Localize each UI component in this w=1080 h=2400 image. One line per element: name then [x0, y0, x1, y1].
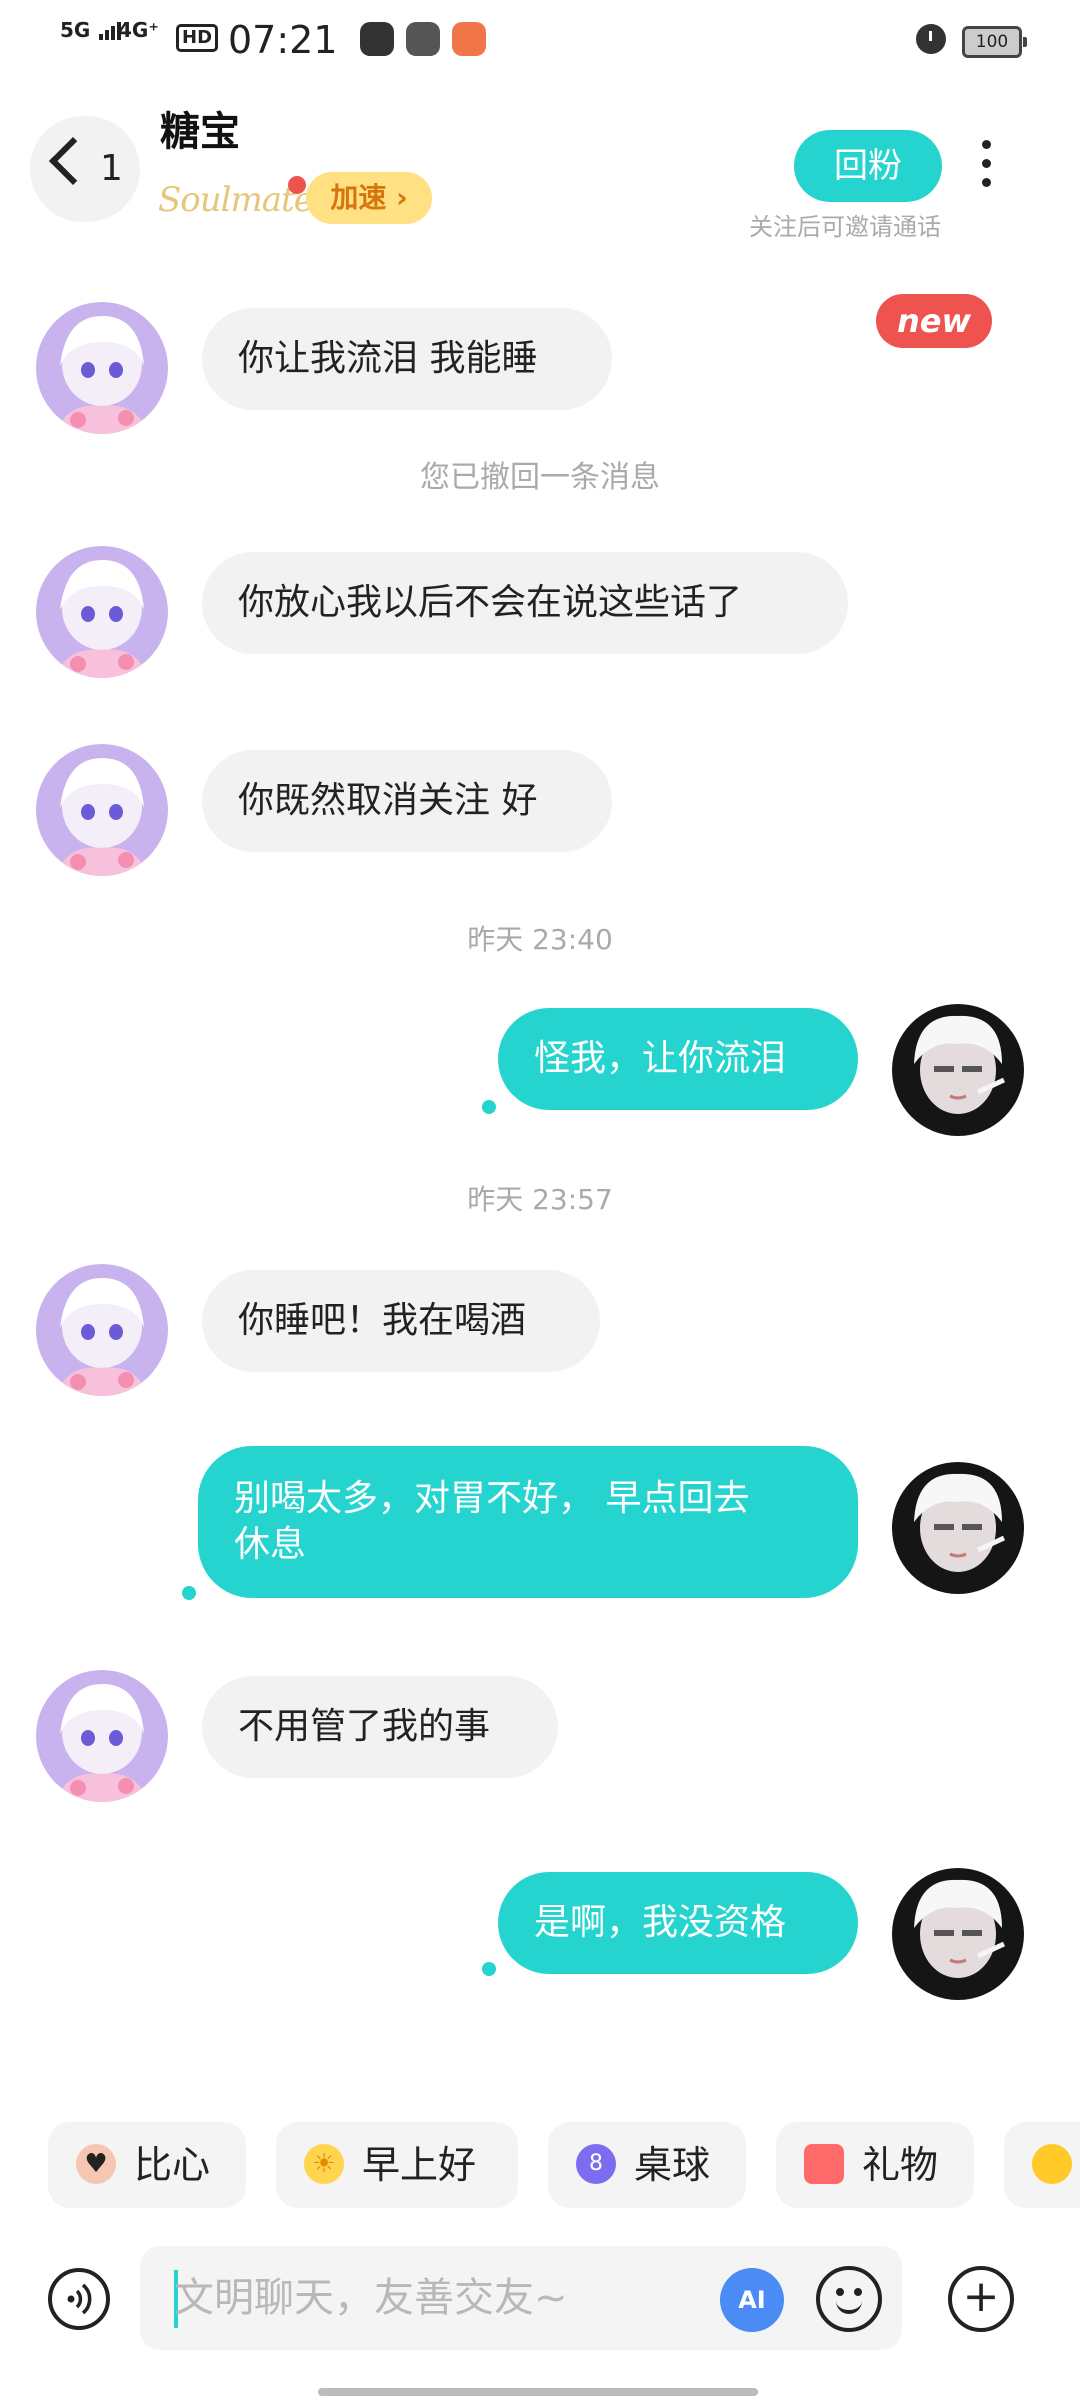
- message-bubble-outgoing[interactable]: 是啊，我没资格: [498, 1872, 858, 1974]
- emoji-button-icon[interactable]: [816, 2266, 882, 2332]
- my-avatar[interactable]: [892, 1462, 1024, 1594]
- billiard-ball-icon: 8: [576, 2144, 616, 2184]
- message-bubble-incoming[interactable]: 你让我流泪 我能睡: [202, 308, 612, 410]
- message-bubble-incoming[interactable]: 你放心我以后不会在说这些话了: [202, 552, 848, 654]
- message-bubble-incoming[interactable]: 你既然取消关注 好: [202, 750, 612, 852]
- peer-avatar[interactable]: [36, 1670, 168, 1802]
- message-bubble-incoming[interactable]: 你睡吧！我在喝酒: [202, 1270, 600, 1372]
- notification-app-icon: [406, 22, 440, 56]
- emoji-icon: [1032, 2144, 1072, 2184]
- peer-avatar[interactable]: [36, 546, 168, 678]
- message-text: 不用管了我的事: [238, 1706, 491, 1747]
- red-dot-badge: [288, 176, 306, 194]
- follow-back-button[interactable]: 回粉: [794, 130, 942, 202]
- network-label: 5G: [60, 18, 91, 42]
- clock: 07:21: [228, 18, 338, 62]
- smile-mouth: [836, 2294, 862, 2314]
- message-input[interactable]: 文明聊天，友善交友~ AI: [140, 2246, 902, 2350]
- follow-hint: 关注后可邀请通话: [749, 213, 941, 241]
- message-text: 你放心我以后不会在说这些话了: [238, 582, 743, 623]
- finger-heart-icon: ♥: [76, 2144, 116, 2184]
- new-badge[interactable]: new: [876, 294, 992, 348]
- quick-reply-label: 礼物: [862, 2143, 939, 2187]
- plus-icon[interactable]: +: [948, 2266, 1014, 2332]
- quick-reply-label: 早上好: [362, 2143, 477, 2187]
- message-text: 怪我，让你流泪: [534, 1038, 787, 1079]
- notification-app-icon: [452, 22, 486, 56]
- sun-icon: ☀: [304, 2144, 344, 2184]
- peer-avatar[interactable]: [36, 1264, 168, 1396]
- message-bubble-incoming[interactable]: 不用管了我的事: [202, 1676, 558, 1778]
- peer-avatar[interactable]: [36, 744, 168, 876]
- quick-reply-gift[interactable]: 礼物: [776, 2122, 974, 2208]
- quick-reply-more[interactable]: [1004, 2122, 1080, 2208]
- notification-app-icon: [360, 22, 394, 56]
- timestamp: 昨天 23:57: [467, 1183, 613, 1216]
- message-input-placeholder: 文明聊天，友善交友~: [174, 2275, 568, 2321]
- message-text: 别喝太多，对胃不好， 早点回去 休息: [234, 1478, 750, 1565]
- my-avatar[interactable]: [892, 1004, 1024, 1136]
- unread-count: 1: [100, 148, 123, 189]
- my-avatar[interactable]: [892, 1868, 1024, 2000]
- chat-title: 糖宝: [160, 109, 240, 155]
- back-button[interactable]: 1: [30, 116, 140, 222]
- message-text: 你既然取消关注 好: [238, 780, 538, 821]
- battery-icon: 100: [962, 26, 1027, 58]
- speed-up-button[interactable]: 加速 ›: [306, 172, 432, 224]
- quick-reply-label: 比心: [134, 2143, 211, 2187]
- read-status-dot: [482, 1100, 496, 1114]
- home-indicator[interactable]: [318, 2388, 758, 2396]
- voice-input-icon[interactable]: [48, 2268, 110, 2330]
- recall-notice: 您已撤回一条消息: [420, 460, 660, 495]
- status-bar: 5G 4G⁺ HD 07:21 100: [0, 0, 1080, 84]
- message-text: 是啊，我没资格: [534, 1902, 787, 1943]
- message-text: 你睡吧！我在喝酒: [238, 1300, 527, 1341]
- gift-icon: [804, 2144, 844, 2184]
- quick-reply-label: 桌球: [634, 2143, 711, 2187]
- chevron-left-icon: [48, 136, 98, 186]
- network-indicator: 5G: [60, 20, 123, 40]
- timestamp: 昨天 23:40: [467, 923, 613, 956]
- network2-indicator: 4G⁺: [118, 20, 159, 40]
- read-status-dot: [482, 1962, 496, 1976]
- quick-reply-billiards[interactable]: 8 桌球: [548, 2122, 746, 2208]
- message-bubble-outgoing[interactable]: 怪我，让你流泪: [498, 1008, 858, 1110]
- quick-reply-heart[interactable]: ♥ 比心: [48, 2122, 246, 2208]
- alarm-icon: [916, 24, 946, 54]
- message-bubble-outgoing[interactable]: 别喝太多，对胃不好， 早点回去 休息: [198, 1446, 858, 1598]
- quick-reply-good-morning[interactable]: ☀ 早上好: [276, 2122, 518, 2208]
- ai-assistant-icon[interactable]: AI: [720, 2268, 784, 2332]
- hd-voice-icon: HD: [176, 24, 219, 52]
- more-options-icon[interactable]: [974, 140, 998, 196]
- peer-avatar[interactable]: [36, 302, 168, 434]
- network2-label: 4G⁺: [118, 18, 159, 42]
- message-text: 你让我流泪 我能睡: [238, 338, 538, 379]
- read-status-dot: [182, 1586, 196, 1600]
